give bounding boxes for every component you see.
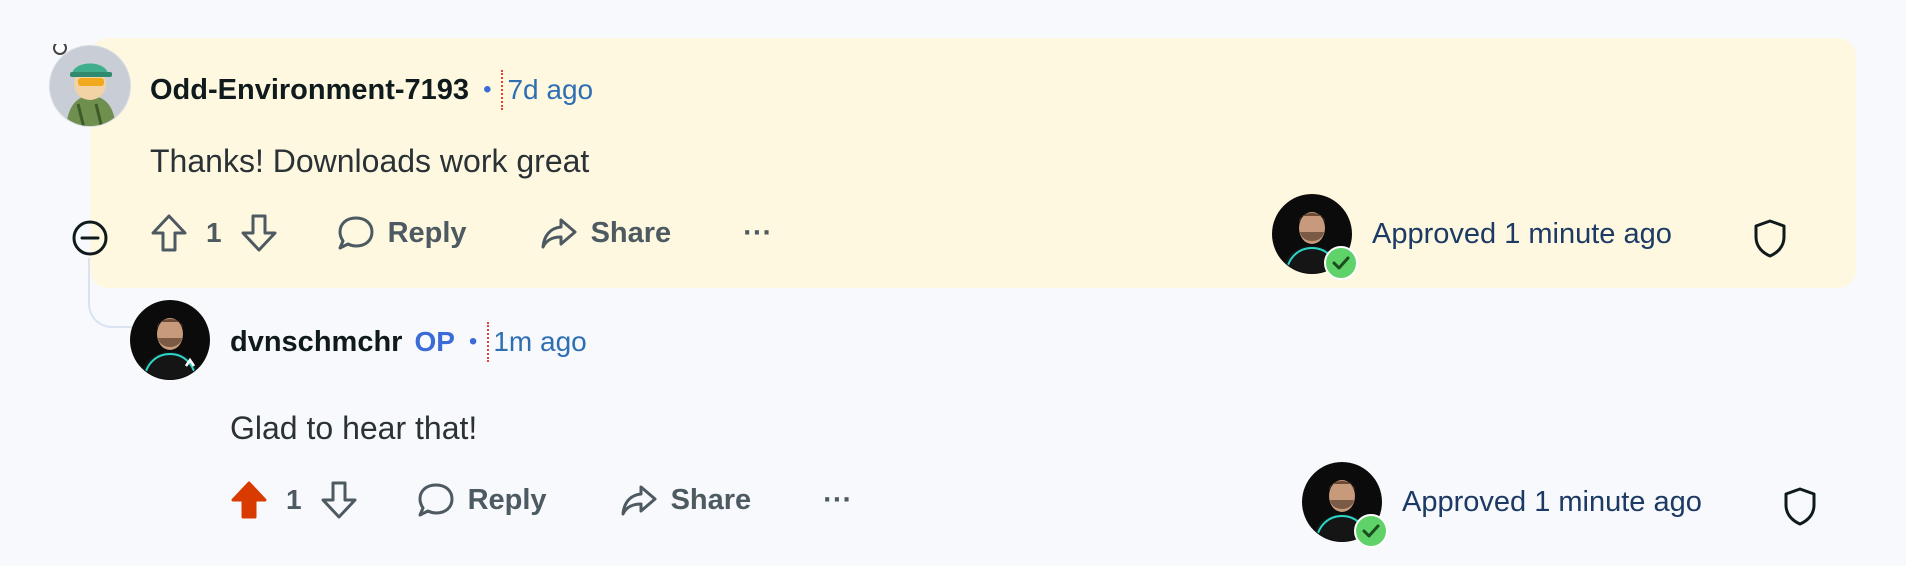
parent-moderation-shield-button[interactable]: [1752, 218, 1788, 258]
reply-approval-status: Approved 1 minute ago: [1302, 462, 1702, 548]
comment-thread: Odd-Environment-7193 • 7d ago Thanks! Do…: [0, 0, 1906, 566]
moderator-avatar[interactable]: [1272, 194, 1358, 280]
reply-vote-count: 1: [286, 484, 302, 515]
reply-share-label: Share: [670, 483, 752, 516]
speech-bubble-icon: [338, 216, 374, 250]
parent-downvote-button[interactable]: [240, 213, 278, 253]
shield-icon: [1754, 219, 1786, 258]
thread-connector-line: [88, 258, 136, 328]
reply-upvote-button[interactable]: [230, 480, 268, 520]
parent-time-text[interactable]: 7d ago: [507, 74, 593, 106]
reply-vote-group: 1: [230, 480, 358, 520]
reply-comment-header: dvnschmchr OP • 1m ago: [230, 322, 587, 362]
parent-approval-status: Approved 1 minute ago: [1272, 194, 1672, 280]
parent-reply-button[interactable]: Reply: [336, 214, 467, 252]
arrow-up-icon: [151, 214, 187, 252]
op-badge: OP: [414, 326, 455, 357]
meta-separator: •: [468, 328, 478, 355]
speech-bubble-icon: [418, 483, 454, 517]
timestamp-marker: [487, 322, 490, 362]
parent-upvote-button[interactable]: [150, 213, 188, 253]
parent-share-button[interactable]: Share: [539, 214, 672, 252]
reply-reply-button[interactable]: Reply: [416, 481, 547, 519]
parent-reply-label: Reply: [387, 216, 467, 249]
arrow-down-icon: [321, 481, 357, 519]
reply-user-avatar[interactable]: [130, 300, 210, 380]
parent-vote-count: 1: [206, 217, 222, 248]
reply-approval-text: Approved 1 minute ago: [1402, 485, 1702, 518]
reply-comment-actions: 1 Reply Share ···: [230, 480, 852, 520]
more-options-icon: ···: [743, 216, 773, 249]
parent-username[interactable]: Odd-Environment-7193: [150, 74, 469, 107]
moderator-avatar[interactable]: [1302, 462, 1388, 548]
parent-vote-group: 1: [150, 213, 278, 253]
parent-approval-text: Approved 1 minute ago: [1372, 217, 1672, 250]
arrow-down-icon: [241, 214, 277, 252]
check-badge-icon: [1354, 514, 1388, 548]
parent-more-options-button[interactable]: ···: [743, 217, 772, 250]
parent-comment-actions: 1 Reply Share ···: [150, 213, 772, 253]
reply-username[interactable]: dvnschmchr: [230, 326, 402, 359]
more-options-icon: ···: [823, 483, 853, 516]
parent-user-avatar[interactable]: [48, 44, 132, 128]
check-badge-icon: [1324, 246, 1358, 280]
arrow-up-icon: [231, 481, 267, 519]
meta-separator: •: [483, 76, 492, 103]
collapse-thread-button[interactable]: [70, 218, 110, 258]
parent-timestamp[interactable]: 7d ago: [501, 70, 593, 110]
reply-share-button[interactable]: Share: [619, 481, 752, 519]
minus-circle-icon: [72, 220, 108, 256]
parent-comment-header: Odd-Environment-7193 • 7d ago: [150, 70, 593, 110]
timestamp-marker: [501, 70, 504, 110]
share-arrow-icon: [541, 218, 577, 249]
reply-moderation-shield-button[interactable]: [1782, 486, 1818, 526]
reply-downvote-button[interactable]: [320, 480, 358, 520]
reply-reply-label: Reply: [467, 483, 547, 516]
reply-comment-body: Glad to hear that!: [230, 410, 478, 446]
reply-time-text[interactable]: 1m ago: [493, 326, 586, 358]
parent-share-label: Share: [590, 216, 672, 249]
reply-timestamp[interactable]: 1m ago: [487, 322, 587, 362]
share-arrow-icon: [621, 485, 657, 516]
reply-more-options-button[interactable]: ···: [823, 484, 852, 517]
parent-comment-body: Thanks! Downloads work great: [150, 143, 590, 179]
shield-icon: [1784, 487, 1816, 526]
